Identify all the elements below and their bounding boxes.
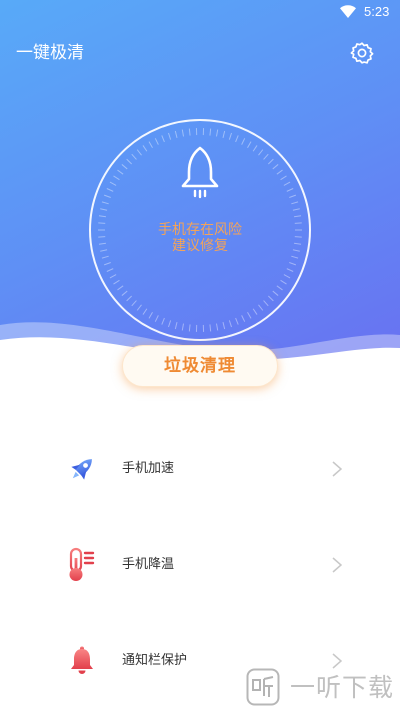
dial-tick (289, 194, 297, 198)
dial-tick (228, 132, 232, 140)
dial-tick (222, 130, 226, 138)
dial-tick (168, 132, 172, 140)
dial-tick (106, 268, 114, 272)
dial-tick (263, 153, 269, 160)
dial-tick (272, 164, 279, 170)
dial-tick (276, 285, 283, 291)
bell-icon (71, 646, 93, 674)
wifi-icon (340, 5, 356, 18)
dial-tick (294, 215, 302, 218)
risk-status-line2: 建议修复 (172, 238, 228, 254)
dial-tick (142, 145, 148, 152)
list-item-cool-down[interactable]: 手机降温 (0, 535, 400, 595)
dial-tick (280, 175, 287, 181)
list-item-label: 通知栏保护 (122, 653, 188, 668)
list-item-speed-up[interactable]: 手机加速 (0, 439, 400, 499)
risk-status: 手机存在风险 建议修复 (0, 222, 400, 254)
page-title: 一键极清 (16, 43, 84, 63)
dial-tick (103, 194, 111, 198)
dial-tick (181, 129, 184, 137)
dial-tick (148, 141, 153, 148)
dial-tick (109, 274, 117, 279)
rocket-icon (71, 459, 92, 480)
dial-tick (289, 262, 297, 266)
dial-tick (283, 274, 291, 279)
dial-tick (247, 141, 252, 148)
dial-tick (117, 169, 124, 175)
dial-tick (276, 169, 283, 175)
rocket-outline-icon (181, 146, 219, 199)
dial-tick (291, 201, 299, 205)
dial-tick (188, 128, 191, 136)
thermometer-icon (69, 547, 95, 581)
dial-tick (258, 149, 264, 156)
gear-icon[interactable] (350, 41, 374, 65)
chevron-right-icon (332, 461, 343, 477)
dial-tick (241, 138, 246, 145)
dial-tick (283, 181, 291, 186)
list-item-label: 手机加速 (122, 461, 175, 476)
dial-tick (106, 188, 114, 192)
dial-tick (252, 145, 258, 152)
dial-tick (286, 188, 294, 192)
dial-tick (100, 208, 108, 211)
watermark-text: 一听下载 (290, 673, 395, 702)
dial-tick (216, 129, 219, 137)
dial-tick (292, 208, 300, 211)
dial-tick (101, 255, 109, 259)
list-item-label: 手机降温 (122, 557, 175, 572)
dial-tick (286, 268, 294, 272)
dial-tick (113, 279, 120, 285)
dial-tick (109, 181, 117, 186)
dial-tick (209, 128, 212, 136)
risk-status-line1: 手机存在风险 (158, 222, 242, 238)
dial-tick (267, 158, 274, 165)
dial-tick (113, 175, 120, 181)
chevron-right-icon (332, 557, 343, 573)
chevron-right-icon (332, 653, 343, 669)
dial-tick (280, 279, 287, 285)
dial-tick (121, 290, 128, 296)
dial-tick (117, 285, 124, 291)
dial-tick (126, 158, 133, 165)
dial-tick (161, 135, 165, 143)
dial-tick (121, 164, 128, 170)
dial-tick (98, 215, 106, 218)
junk-clean-button[interactable]: 垃圾清理 (122, 345, 278, 387)
dial-tick (136, 149, 142, 156)
status-time: 5:23 (364, 4, 390, 19)
phone-screen: 5:23 一键极清 手机存在风险 建议修复 垃圾清理 手机加速 手机降温 通知栏… (0, 0, 400, 710)
dial-tick (272, 290, 279, 296)
dial-tick (174, 130, 178, 138)
dial-tick (131, 153, 137, 160)
dial-tick (101, 201, 109, 205)
dial-tick (103, 262, 111, 266)
yiting-logo-icon (246, 668, 280, 706)
dial-tick (154, 138, 159, 145)
dial-tick (291, 255, 299, 259)
dial-tick (235, 135, 239, 143)
